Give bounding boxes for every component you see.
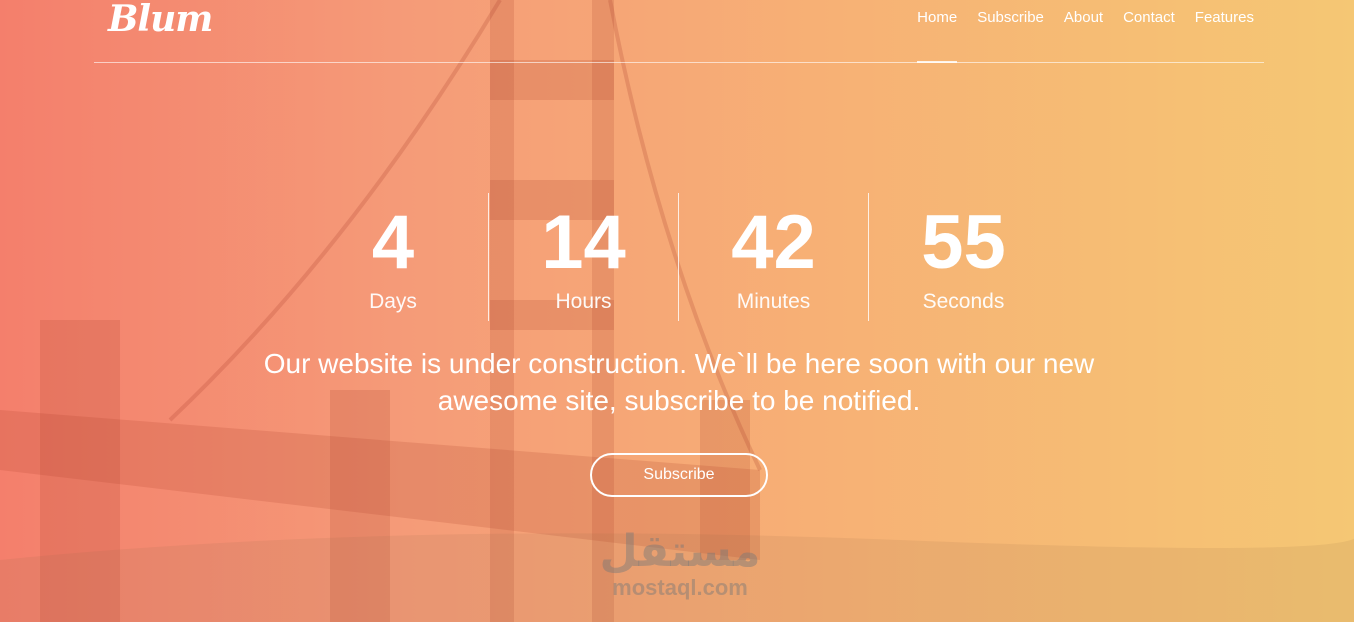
top-navbar: Blum Home Subscribe About Contact Featur… <box>94 0 1264 63</box>
construction-message: Our website is under construction. We`ll… <box>263 348 1095 416</box>
watermark-latin-text: mostaql.com <box>612 575 748 600</box>
subscribe-button[interactable]: Subscribe <box>590 453 768 497</box>
countdown-value: 4 <box>371 200 415 285</box>
brand-logo[interactable]: Blum <box>108 0 213 40</box>
countdown-label: Minutes <box>736 290 811 313</box>
countdown-value: 14 <box>541 200 626 285</box>
countdown-days: 4 Days <box>298 193 488 321</box>
watermark-logo: مستقل mostaql.com <box>590 528 770 600</box>
countdown-label: Days <box>369 290 417 313</box>
countdown-value: 55 <box>921 200 1006 285</box>
nav-item-home[interactable]: Home <box>917 9 958 63</box>
watermark-arabic-text: مستقل <box>599 526 761 577</box>
countdown-label: Seconds <box>922 290 1005 313</box>
countdown-hours: 14 Hours <box>488 193 678 321</box>
countdown-timer: 4 Days 14 Hours 42 Minutes 55 Seconds <box>298 193 1058 321</box>
countdown-label: Hours <box>555 290 612 313</box>
nav-item-subscribe[interactable]: Subscribe <box>977 9 1044 26</box>
main-menu: Home Subscribe About Contact Features <box>917 9 1254 63</box>
countdown-value: 42 <box>731 200 816 285</box>
nav-item-contact[interactable]: Contact <box>1123 9 1175 26</box>
nav-item-features[interactable]: Features <box>1195 9 1254 26</box>
countdown-minutes: 42 Minutes <box>678 193 868 321</box>
countdown-seconds: 55 Seconds <box>868 193 1058 321</box>
nav-item-about[interactable]: About <box>1064 9 1103 26</box>
